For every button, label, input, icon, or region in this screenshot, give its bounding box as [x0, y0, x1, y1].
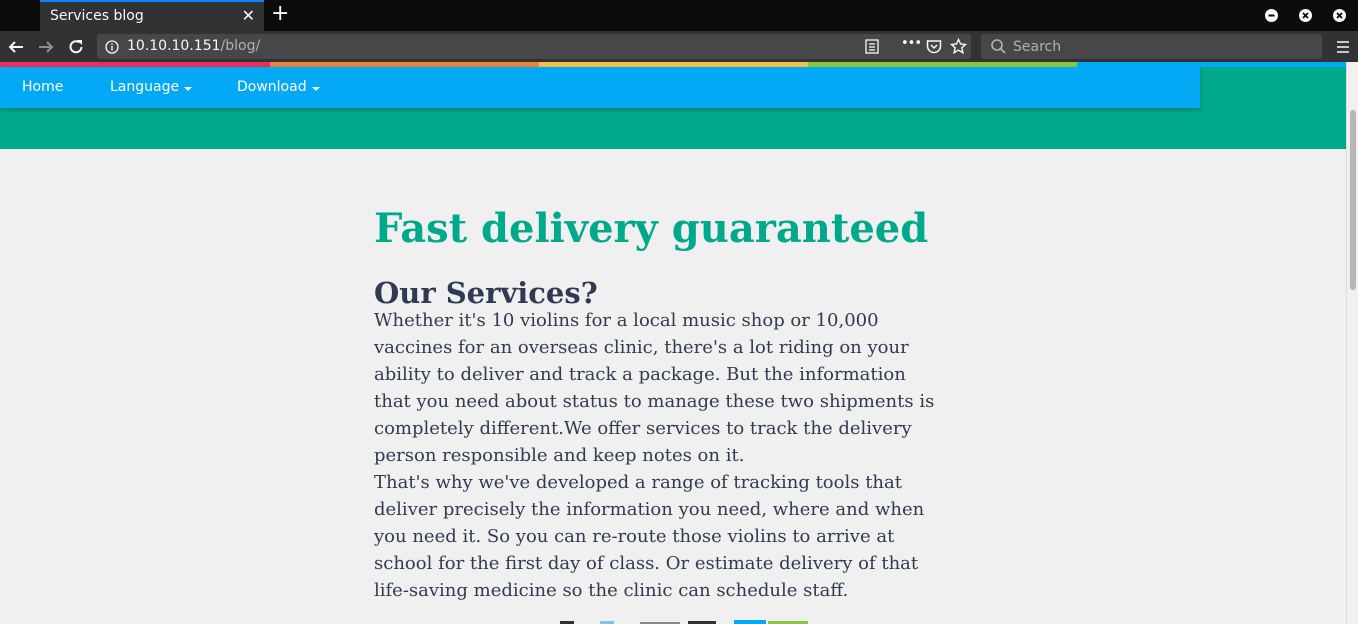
- nav-home-label: Home: [22, 79, 64, 95]
- nav-language-dropdown[interactable]: Language: [110, 79, 193, 95]
- search-bar[interactable]: Search: [981, 34, 1322, 59]
- nav-language-label: Language: [110, 79, 180, 95]
- article-headline: Fast delivery guaranteed: [374, 205, 929, 252]
- tab-bar: Services blog ✕ +: [0, 0, 1358, 31]
- url-bar[interactable]: 10.10.10.151/blog/ •••: [97, 34, 971, 59]
- scrollbar-thumb[interactable]: [1350, 110, 1356, 290]
- reader-view-icon[interactable]: [865, 39, 879, 58]
- forward-icon[interactable]: [37, 38, 55, 60]
- close-window-icon[interactable]: [1333, 9, 1346, 22]
- article-body: Whether it's 10 violins for a local musi…: [374, 307, 974, 604]
- browser-toolbar: 10.10.10.151/blog/ ••• Search: [0, 31, 1358, 62]
- browser-tab[interactable]: Services blog ✕: [40, 0, 264, 31]
- back-icon[interactable]: [7, 38, 25, 60]
- body-line: person responsible and keep notes on it.: [374, 445, 745, 466]
- caret-down-icon: [184, 87, 193, 91]
- tab-close-icon[interactable]: ✕: [242, 6, 255, 26]
- nav-home-link[interactable]: Home: [22, 79, 63, 95]
- page-actions-icon[interactable]: •••: [901, 36, 922, 51]
- article-subheading: Our Services?: [374, 276, 598, 310]
- body-line: deliver precisely the information you ne…: [374, 499, 925, 520]
- body-line: school for the first day of class. Or es…: [374, 553, 919, 574]
- content-image-peek: [560, 620, 808, 624]
- body-line: you need it. So you can re-route those v…: [374, 526, 895, 547]
- hamburger-menu-icon[interactable]: [1336, 39, 1350, 58]
- new-tab-icon[interactable]: +: [271, 2, 289, 26]
- body-line: ability to deliver and track a package. …: [374, 364, 906, 385]
- body-line: Whether it's 10 violins for a local musi…: [374, 310, 879, 331]
- page-scrollbar[interactable]: [1346, 62, 1358, 624]
- nav-download-dropdown[interactable]: Download: [237, 79, 320, 95]
- body-line: completely different.We offer services t…: [374, 418, 912, 439]
- body-line: vaccines for an overseas clinic, there's…: [374, 337, 909, 358]
- search-input[interactable]: Search: [1013, 39, 1061, 55]
- restore-icon[interactable]: [1299, 9, 1312, 22]
- page-viewport: Home Language Download Fast delivery gua…: [0, 62, 1346, 624]
- url-text: 10.10.10.151/blog/: [127, 38, 260, 54]
- pocket-icon[interactable]: [926, 39, 942, 58]
- minimize-icon[interactable]: [1265, 9, 1278, 22]
- caret-down-icon: [311, 87, 320, 91]
- bookmark-star-icon[interactable]: [949, 37, 968, 59]
- nav-download-label: Download: [237, 79, 307, 95]
- tab-title: Services blog: [50, 8, 144, 24]
- search-icon: [990, 38, 1007, 59]
- url-host: 10.10.10.151: [127, 38, 221, 54]
- url-path: /blog/: [220, 38, 261, 54]
- info-icon[interactable]: [105, 39, 119, 58]
- body-line: That's why we've developed a range of tr…: [374, 472, 902, 493]
- body-line: that you need about status to manage the…: [374, 391, 935, 412]
- reload-icon[interactable]: [67, 38, 85, 60]
- body-line: life-saving medicine so the clinic can s…: [374, 580, 849, 601]
- site-navigation: Home Language Download: [0, 67, 1200, 108]
